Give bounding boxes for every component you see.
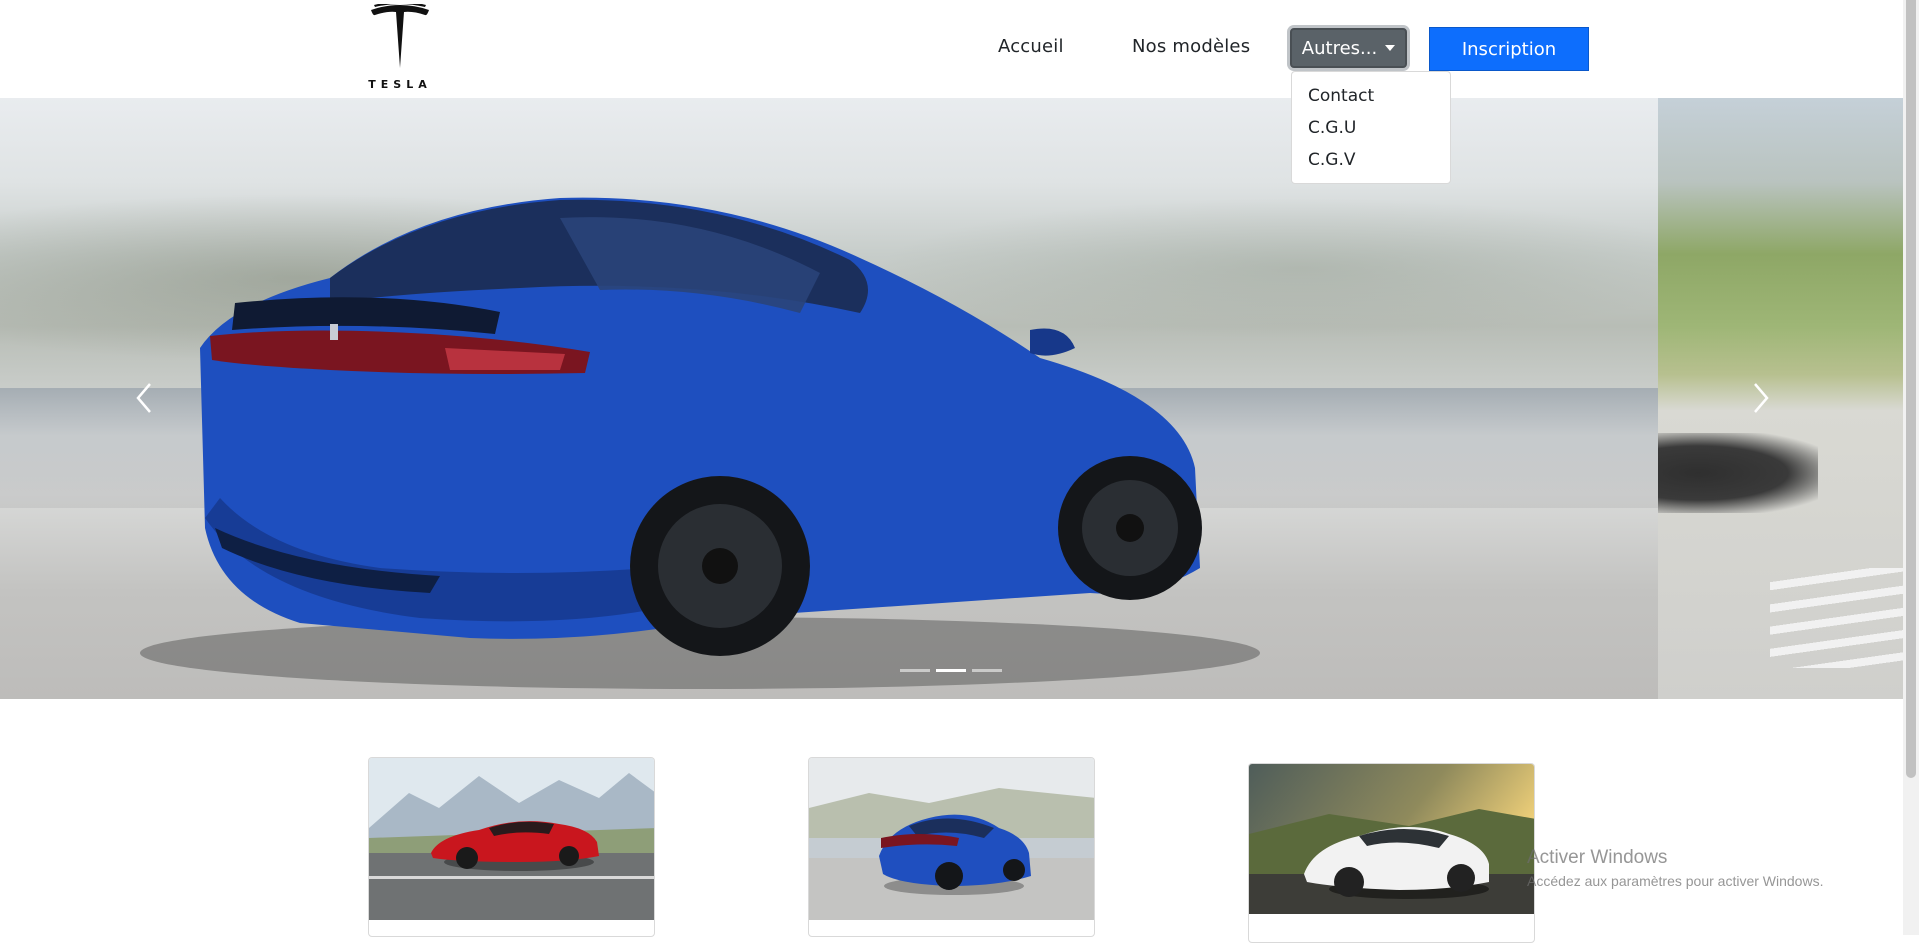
carousel-next-button[interactable] [1745, 370, 1775, 426]
page-scrollbar[interactable] [1903, 0, 1919, 935]
carousel-prev-button[interactable] [130, 370, 160, 426]
others-dropdown-menu: Contact C.G.U C.G.V [1291, 71, 1451, 184]
others-dropdown-label: Autres... [1301, 37, 1378, 59]
watermark-title: Activer Windows [1527, 847, 1668, 868]
dropdown-item-contact[interactable]: Contact [1292, 80, 1450, 112]
windows-activation-watermark: Activer Windows Accédez aux paramètres p… [1527, 846, 1823, 890]
signup-button[interactable]: Inscription [1429, 27, 1589, 71]
scrollbar-thumb[interactable] [1906, 0, 1916, 778]
slide-next-car-shadow [1658, 433, 1818, 513]
carousel-indicators [900, 669, 1002, 672]
white-suv-image [1249, 764, 1534, 914]
carousel-indicator-2[interactable] [936, 669, 966, 672]
blue-suv-card-image [809, 758, 1094, 920]
nav-home-link[interactable]: Accueil [998, 36, 1064, 57]
blue-suv-image [140, 197, 1260, 689]
carousel-indicator-1[interactable] [900, 669, 930, 672]
model-card-red[interactable] [368, 757, 655, 937]
red-sedan-image [369, 758, 654, 920]
chevron-right-icon [1754, 383, 1769, 413]
chevron-left-icon [136, 383, 151, 413]
watermark-subtitle: Accédez aux paramètres pour activer Wind… [1527, 873, 1824, 889]
carousel-indicator-3[interactable] [972, 669, 1002, 672]
dropdown-item-cgu[interactable]: C.G.U [1292, 112, 1450, 144]
navbar: TESLA Accueil Nos modèles Autres... Insc… [0, 0, 1903, 98]
logo-wordmark: TESLA [368, 78, 432, 91]
tesla-logo[interactable]: TESLA [367, 4, 433, 92]
slide-next-road-lines [1770, 568, 1903, 668]
carousel-slide-active [0, 98, 1658, 699]
others-dropdown-button[interactable]: Autres... [1290, 28, 1407, 68]
nav-models-link[interactable]: Nos modèles [1132, 36, 1250, 57]
caret-down-icon [1385, 45, 1396, 51]
hero-carousel [0, 98, 1903, 699]
model-card-white[interactable] [1248, 763, 1535, 943]
model-card-blue[interactable] [808, 757, 1095, 937]
tesla-t-icon [371, 4, 429, 68]
dropdown-item-cgv[interactable]: C.G.V [1292, 144, 1450, 176]
